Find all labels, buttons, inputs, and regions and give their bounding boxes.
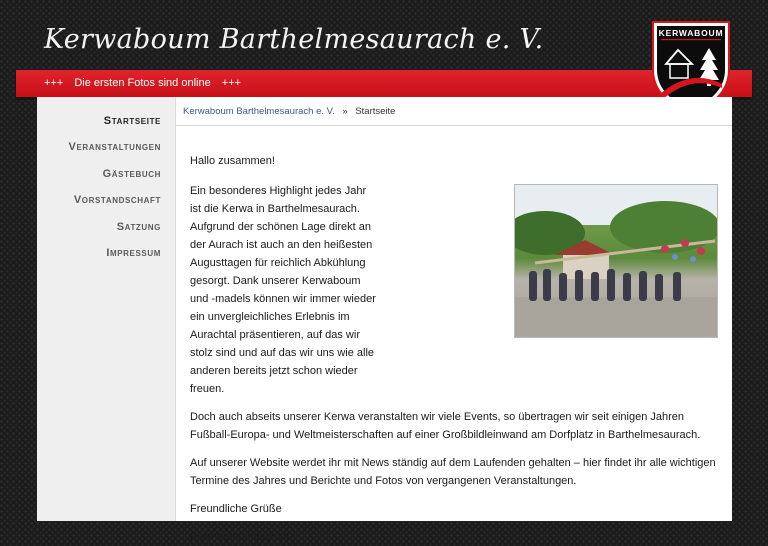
site-title[interactable]: Kerwaboum Barthelmesaurach e. V. <box>44 24 543 55</box>
breadcrumb-current: Startseite <box>355 106 396 117</box>
news-prefix: +++ <box>44 77 64 89</box>
nav-item-veranstaltungen[interactable]: Veranstaltungen <box>37 134 175 160</box>
news-ticker[interactable]: +++ Die ersten Fotos sind online +++ <box>44 77 249 89</box>
nav-item-satzung[interactable]: Satzung <box>37 214 175 240</box>
sidebar: Startseite Veranstaltungen Gästebuch Vorsta… <box>37 97 175 521</box>
events-paragraph: Doch auch abseits unserer Kerwa veransta… <box>190 411 701 441</box>
news-text[interactable]: Die ersten Fotos sind online <box>74 77 210 89</box>
nav-item-startseite[interactable]: Startseite <box>37 108 175 134</box>
main-content: Kerwaboum Barthelmesaurach e. V. » Start… <box>175 97 732 543</box>
website-paragraph: Auf unserer Website werdet ihr mit News … <box>190 457 716 487</box>
news-suffix: +++ <box>221 77 242 89</box>
greeting-text: Hallo zusammen! <box>190 155 275 167</box>
breadcrumb: Kerwaboum Barthelmesaurach e. V. » Start… <box>176 97 732 126</box>
signature-text: Eure Vorstandschaft <box>190 531 290 543</box>
article: Hallo zusammen! Ein besonderes Highlight… <box>176 126 732 546</box>
breadcrumb-home-link[interactable]: Kerwaboum Barthelmesaurach e. V. <box>183 106 335 117</box>
main-navigation: Startseite Veranstaltungen Gästebuch Vorsta… <box>37 97 175 266</box>
closing-text: Freundliche Grüße <box>190 503 282 515</box>
nav-item-impressum[interactable]: Impressum <box>37 240 175 266</box>
kerwa-photo[interactable] <box>514 184 718 338</box>
nav-item-g-stebuch[interactable]: Gästebuch <box>37 161 175 187</box>
breadcrumb-separator: » <box>342 106 348 117</box>
nav-item-vorstandschaft[interactable]: Vorstandschaft <box>37 187 175 213</box>
logo-text: KERWABOUM <box>659 28 724 38</box>
intro-paragraph: Ein besonderes Highlight jedes Jahr ist … <box>190 185 376 395</box>
